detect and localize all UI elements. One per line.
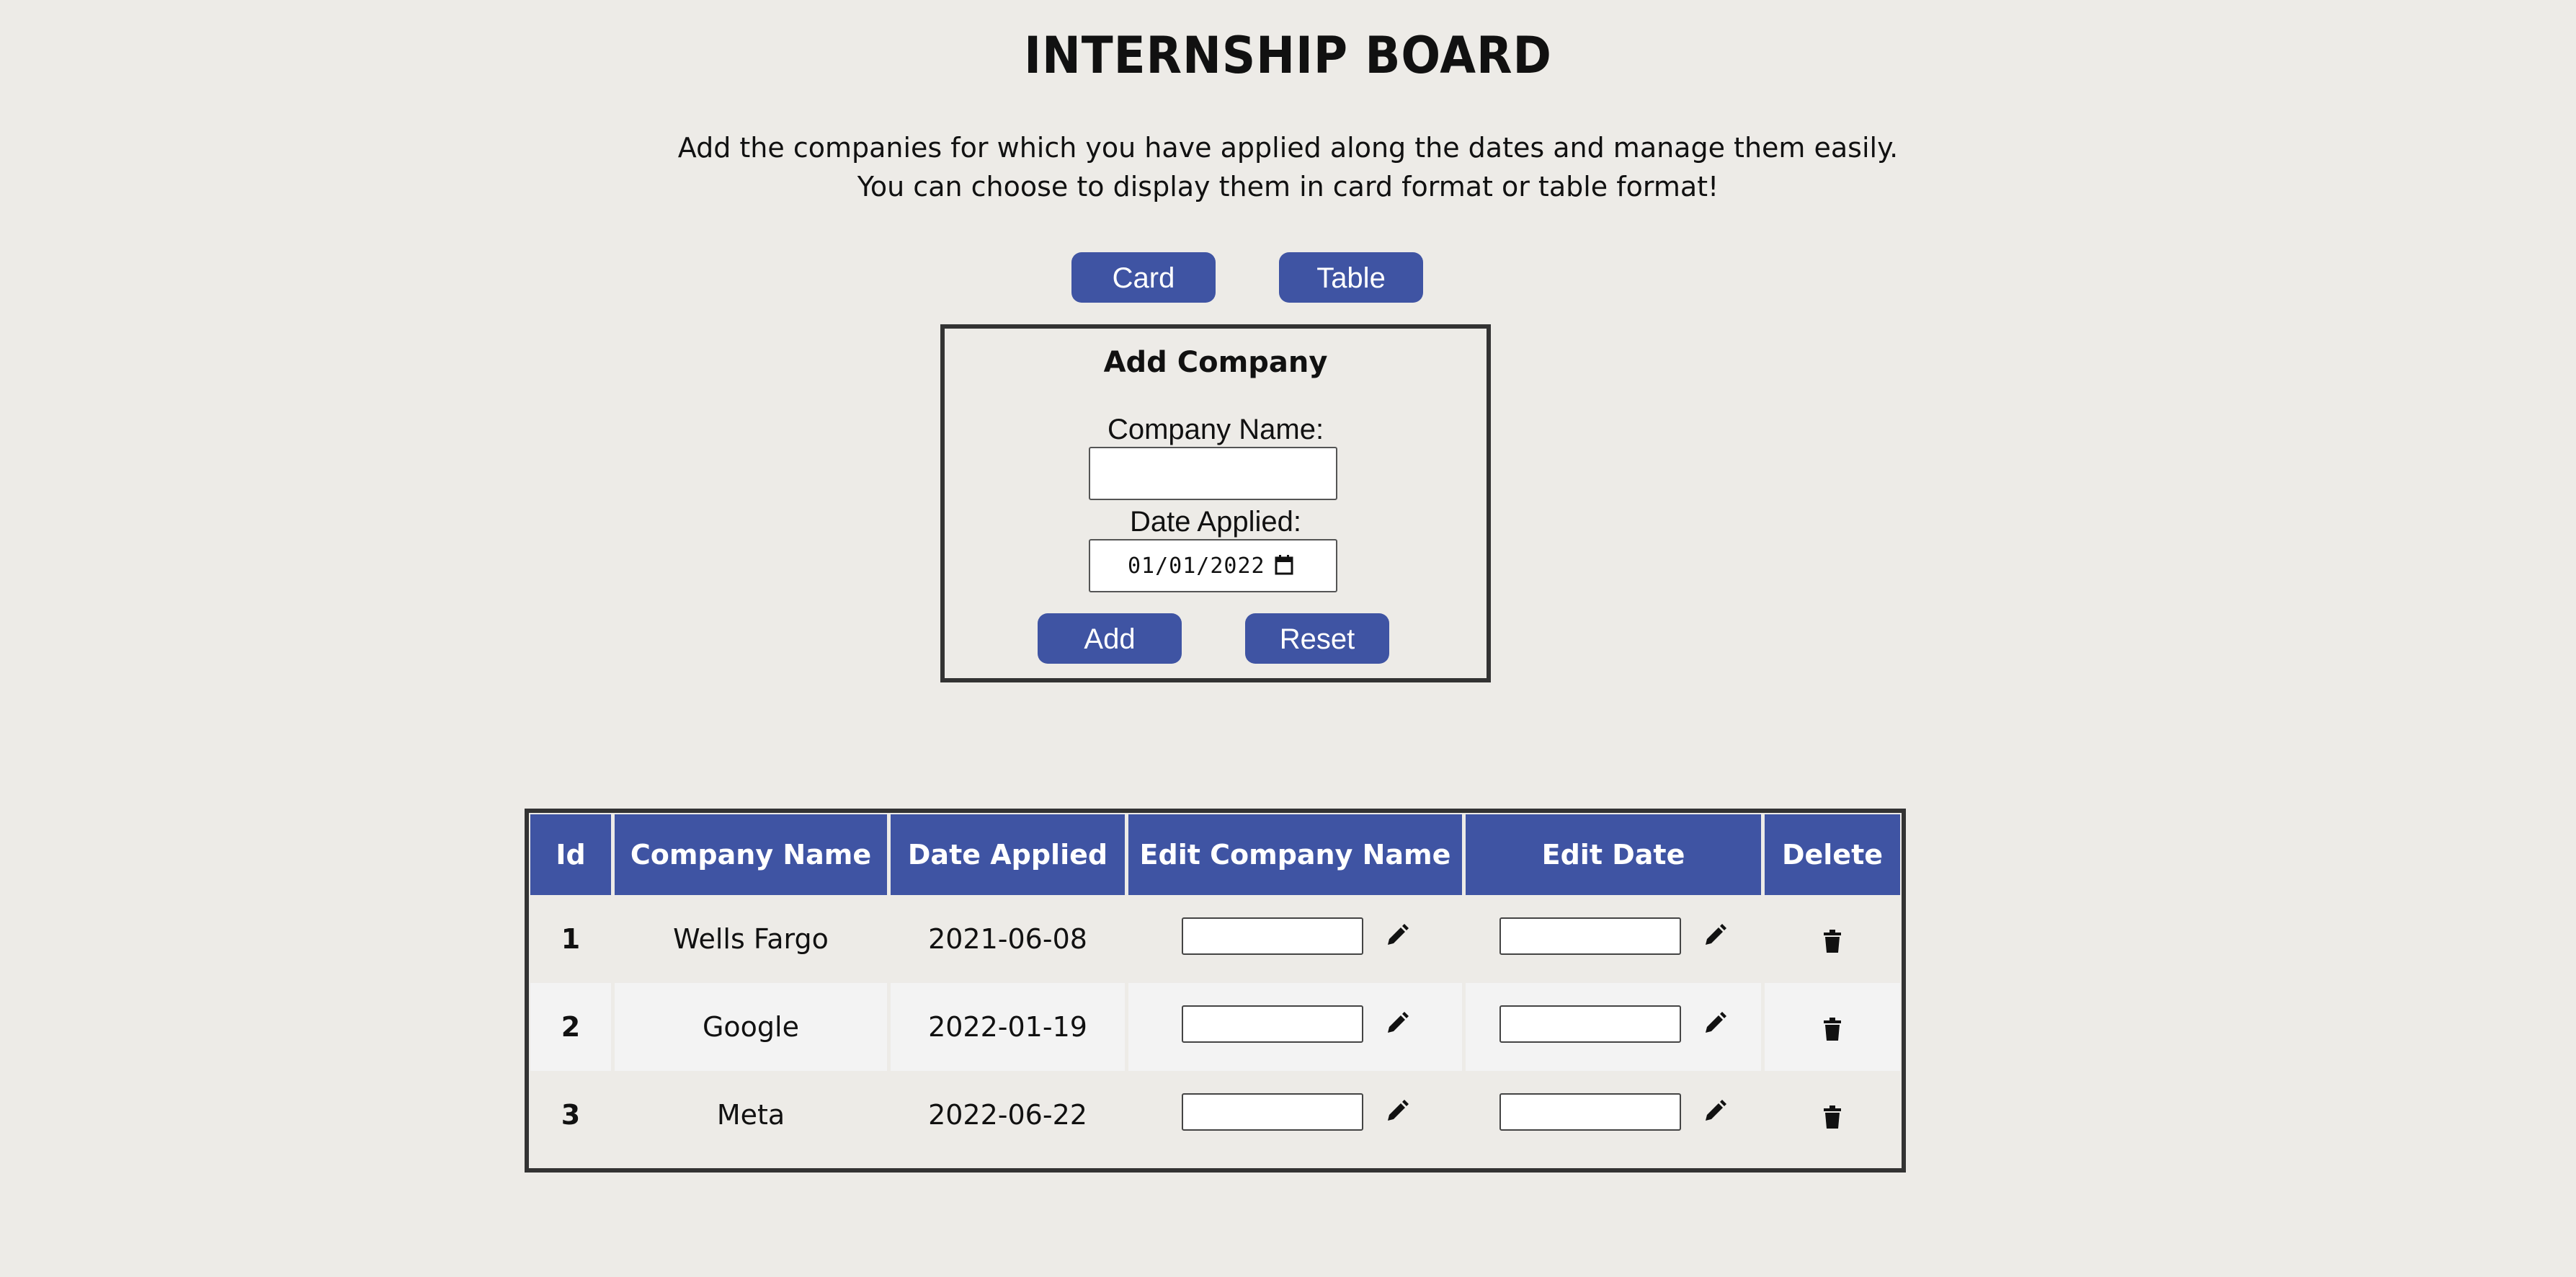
header-company-name: Company Name xyxy=(615,814,891,895)
edit-company-cell xyxy=(1128,895,1466,983)
reset-button[interactable]: Reset xyxy=(1245,613,1389,664)
table-row: 1 Wells Fargo 2021-06-08 xyxy=(530,895,1900,983)
table-view-button[interactable]: Table xyxy=(1279,252,1423,303)
table-row: 3 Meta 2022-06-22 xyxy=(530,1071,1900,1159)
row-date-applied: 2022-06-22 xyxy=(891,1071,1128,1159)
edit-date-cell xyxy=(1466,983,1765,1071)
page-subtitle: Add the companies for which you have app… xyxy=(0,128,2576,206)
subtitle-line-2: You can choose to display them in card f… xyxy=(857,171,1719,203)
add-company-form: Add Company Company Name: Date Applied: … xyxy=(940,324,1491,682)
edit-date-cell xyxy=(1466,1071,1765,1159)
add-button[interactable]: Add xyxy=(1038,613,1182,664)
delete-cell xyxy=(1765,1071,1900,1159)
card-view-button[interactable]: Card xyxy=(1071,252,1216,303)
edit-company-cell xyxy=(1128,983,1466,1071)
pencil-icon[interactable] xyxy=(1703,923,1727,949)
edit-company-cell xyxy=(1128,1071,1466,1159)
pencil-icon[interactable] xyxy=(1703,1099,1727,1125)
date-applied-value: 01/01/2022 xyxy=(1128,553,1265,579)
row-company-name: Meta xyxy=(615,1071,891,1159)
delete-cell xyxy=(1765,895,1900,983)
delete-cell xyxy=(1765,983,1900,1071)
header-date-applied: Date Applied xyxy=(891,814,1128,895)
table-row: 2 Google 2022-01-19 xyxy=(530,983,1900,1071)
pencil-icon[interactable] xyxy=(1385,1099,1409,1125)
header-id: Id xyxy=(530,814,615,895)
row-date-applied: 2022-01-19 xyxy=(891,983,1128,1071)
edit-date-input[interactable] xyxy=(1499,1005,1681,1043)
row-company-name: Google xyxy=(615,983,891,1071)
row-id: 1 xyxy=(530,895,615,983)
subtitle-line-1: Add the companies for which you have app… xyxy=(677,132,1899,164)
page-title: INTERNSHIP BOARD xyxy=(1024,26,1552,85)
trash-icon[interactable] xyxy=(1820,1104,1845,1130)
internship-board-page: INTERNSHIP BOARD Add the companies for w… xyxy=(0,0,2576,1277)
calendar-icon[interactable] xyxy=(1275,555,1293,575)
date-applied-input[interactable]: 01/01/2022 xyxy=(1089,539,1337,592)
companies-table-container: Id Company Name Date Applied Edit Compan… xyxy=(525,809,1906,1173)
trash-icon[interactable] xyxy=(1820,1016,1845,1042)
pencil-icon[interactable] xyxy=(1385,923,1409,949)
add-company-title: Add Company xyxy=(1103,346,1328,379)
trash-icon[interactable] xyxy=(1820,928,1845,954)
companies-table: Id Company Name Date Applied Edit Compan… xyxy=(530,814,1900,1159)
pencil-icon[interactable] xyxy=(1385,1011,1409,1037)
header-delete: Delete xyxy=(1765,814,1900,895)
header-edit-company-name: Edit Company Name xyxy=(1128,814,1466,895)
edit-company-name-input[interactable] xyxy=(1181,1005,1363,1043)
edit-company-name-input[interactable] xyxy=(1181,1093,1363,1131)
header-edit-date: Edit Date xyxy=(1466,814,1765,895)
edit-company-name-input[interactable] xyxy=(1181,917,1363,955)
row-date-applied: 2021-06-08 xyxy=(891,895,1128,983)
company-name-input[interactable] xyxy=(1089,447,1337,500)
edit-date-input[interactable] xyxy=(1499,1093,1681,1131)
edit-date-input[interactable] xyxy=(1499,917,1681,955)
row-company-name: Wells Fargo xyxy=(615,895,891,983)
row-id: 3 xyxy=(530,1071,615,1159)
pencil-icon[interactable] xyxy=(1703,1011,1727,1037)
table-header-row: Id Company Name Date Applied Edit Compan… xyxy=(530,814,1900,895)
company-name-label: Company Name: xyxy=(1107,414,1324,445)
date-applied-label: Date Applied: xyxy=(1130,506,1301,538)
row-id: 2 xyxy=(530,983,615,1071)
edit-date-cell xyxy=(1466,895,1765,983)
